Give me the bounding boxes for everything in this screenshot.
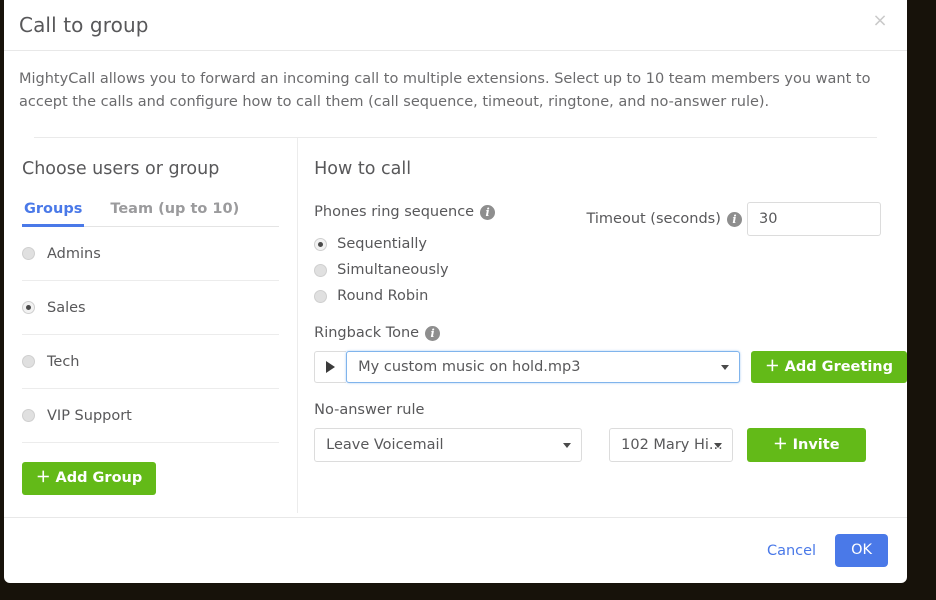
ringback-label: Ringback Tone <box>314 325 420 341</box>
ringback-tone-value: My custom music on hold.mp3 <box>358 359 581 375</box>
cancel-button[interactable]: Cancel <box>765 539 818 563</box>
how-to-call-panel: How to call Phones ring sequence i Seque… <box>298 138 907 513</box>
dialog-body: Choose users or group Groups Team (up to… <box>4 138 907 513</box>
group-label-sales: Sales <box>47 299 86 316</box>
ring-sequence-options: Sequentially Simultaneously Round Robin <box>314 236 907 304</box>
invite-label: Invite <box>792 436 840 453</box>
ringback-row: My custom music on hold.mp3 ＋ Add Greetin… <box>314 351 907 383</box>
dialog-description-area: MightyCall allows you to forward an inco… <box>4 51 907 138</box>
ring-sequence-label-row: Phones ring sequence i <box>314 204 496 220</box>
chevron-down-icon <box>714 443 723 448</box>
group-list: Admins Sales Tech VIP Support <box>22 227 280 443</box>
radio-vip-support[interactable] <box>22 409 35 422</box>
group-label-tech: Tech <box>47 353 80 370</box>
choose-users-heading: Choose users or group <box>22 159 220 179</box>
timeout-input[interactable] <box>747 202 881 236</box>
plus-icon: ＋ <box>765 358 780 375</box>
timeout-label-row: Timeout (seconds) i <box>586 211 742 227</box>
group-item-sales[interactable]: Sales <box>22 281 280 335</box>
add-greeting-button[interactable]: ＋ Add Greeting <box>751 351 907 383</box>
tab-team[interactable]: Team (up to 10) <box>108 201 241 226</box>
plus-icon: ＋ <box>773 436 788 453</box>
ok-button[interactable]: OK <box>835 534 888 567</box>
group-item-tech[interactable]: Tech <box>22 335 280 389</box>
dialog-title: Call to group <box>19 13 149 37</box>
option-round-robin[interactable]: Round Robin <box>314 288 907 304</box>
group-label-admins: Admins <box>47 245 101 262</box>
invite-button[interactable]: ＋ Invite <box>747 428 866 462</box>
chevron-down-icon <box>721 365 730 370</box>
tab-groups[interactable]: Groups <box>22 201 85 227</box>
radio-sales[interactable] <box>22 301 35 314</box>
extension-value: 102 Mary Hi... <box>621 437 723 453</box>
no-answer-rule-value: Leave Voicemail <box>326 437 444 453</box>
info-icon-ringback[interactable]: i <box>425 325 441 341</box>
dialog-footer: Cancel OK <box>4 517 907 583</box>
choose-users-panel: Choose users or group Groups Team (up to… <box>4 138 299 513</box>
plus-icon: ＋ <box>36 470 51 486</box>
play-icon[interactable] <box>314 351 347 383</box>
group-label-vip-support: VIP Support <box>47 407 132 424</box>
option-label-round-robin: Round Robin <box>337 288 429 304</box>
timeout-label: Timeout (seconds) <box>586 211 721 227</box>
no-answer-rule-select[interactable]: Leave Voicemail <box>314 428 583 462</box>
ringback-tone-select[interactable]: My custom music on hold.mp3 <box>346 351 741 383</box>
no-answer-label-row: No-answer rule <box>314 402 424 418</box>
no-answer-row: Leave Voicemail 102 Mary Hi... ＋ Invite <box>314 428 907 462</box>
timeout-block: Timeout (seconds) i <box>586 192 881 236</box>
ringback-block: Ringback Tone i My custom music on hold.… <box>314 322 907 383</box>
option-label-simultaneously: Simultaneously <box>337 262 449 278</box>
extension-select[interactable]: 102 Mary Hi... <box>609 428 734 462</box>
radio-tech[interactable] <box>22 355 35 368</box>
chevron-down-icon <box>563 443 572 448</box>
group-item-vip-support[interactable]: VIP Support <box>22 389 280 443</box>
radio-simultaneously[interactable] <box>314 263 328 277</box>
info-icon-timeout[interactable]: i <box>726 211 742 227</box>
call-to-group-dialog: Call to group × MightyCall allows you to… <box>4 0 907 583</box>
radio-round-robin[interactable] <box>314 289 328 303</box>
add-greeting-label: Add Greeting <box>784 358 893 375</box>
how-to-call-heading: How to call <box>314 159 412 179</box>
radio-sequentially[interactable] <box>314 237 328 251</box>
add-group-label: Add Group <box>55 470 143 486</box>
option-sequentially[interactable]: Sequentially <box>314 236 907 252</box>
option-label-sequentially: Sequentially <box>337 236 428 252</box>
add-group-button[interactable]: ＋ Add Group <box>22 462 157 495</box>
dialog-description: MightyCall allows you to forward an inco… <box>19 71 871 110</box>
screen: Call to group × MightyCall allows you to… <box>0 0 936 600</box>
no-answer-label: No-answer rule <box>314 402 425 418</box>
play-triangle <box>326 361 336 373</box>
radio-admins[interactable] <box>22 247 35 260</box>
group-item-admins[interactable]: Admins <box>22 227 280 281</box>
option-simultaneously[interactable]: Simultaneously <box>314 262 907 278</box>
close-icon[interactable]: × <box>871 12 889 30</box>
ring-sequence-label: Phones ring sequence <box>314 204 475 220</box>
ringback-label-row: Ringback Tone i <box>314 325 441 341</box>
add-group-area: ＋ Add Group <box>22 462 279 495</box>
info-icon-ring-sequence[interactable]: i <box>480 204 496 220</box>
dialog-header: Call to group × <box>4 0 907 51</box>
group-tabs: Groups Team (up to 10) <box>22 201 280 227</box>
no-answer-block: No-answer rule Leave Voicemail 102 Mary … <box>314 399 907 462</box>
